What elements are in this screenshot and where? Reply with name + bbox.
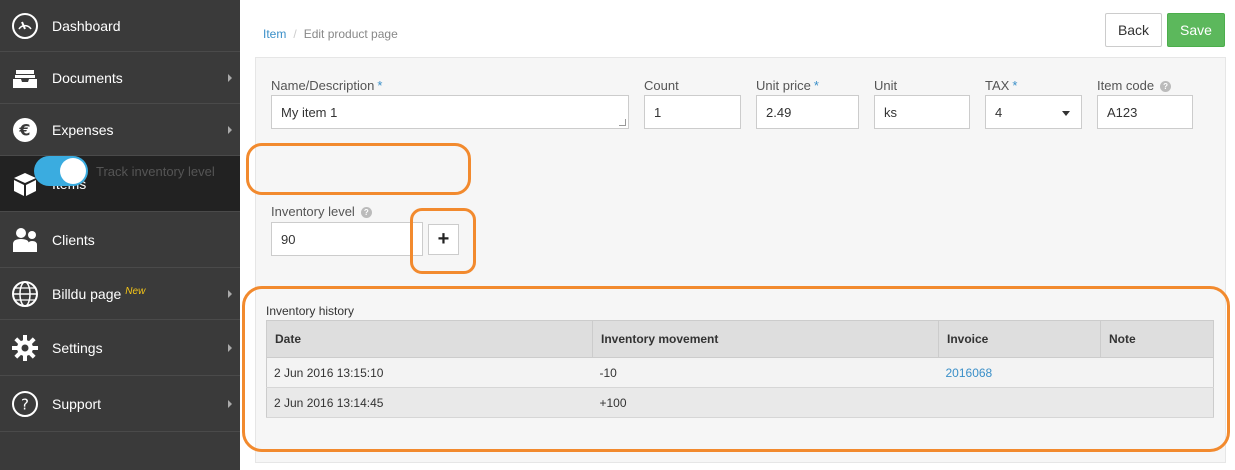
table-row: 2 Jun 2016 13:14:45 +100 — [266, 387, 1214, 418]
track-inventory-label: Track inventory level — [96, 164, 215, 179]
chevron-right-icon — [228, 343, 232, 352]
chevron-right-icon — [228, 399, 232, 408]
breadcrumb-item-link[interactable]: Item — [263, 27, 286, 41]
chevron-right-icon — [228, 125, 232, 134]
sidebar-item-settings[interactable]: Settings — [0, 320, 240, 376]
invoice-cell — [938, 387, 1101, 418]
chevron-right-icon — [228, 73, 232, 82]
unit-label: Unit — [874, 78, 898, 93]
note-cell — [1100, 387, 1214, 418]
item-code-label: Item code? — [1097, 78, 1172, 93]
chevron-right-icon — [228, 289, 232, 298]
invoice-link[interactable]: 2016068 — [938, 357, 1101, 388]
sidebar-item-label: Clients — [52, 231, 95, 248]
clients-icon — [11, 226, 39, 254]
sidebar-item-label: Billdu page New — [52, 285, 146, 302]
item-code-field[interactable]: A123 — [1097, 95, 1193, 129]
question-icon: ? — [11, 390, 39, 418]
sidebar-item-billdu-page[interactable]: Billdu page New — [0, 268, 240, 320]
sidebar-item-label: Dashboard — [52, 17, 121, 34]
inventory-level-field[interactable]: 90 — [271, 222, 423, 256]
gear-icon — [11, 334, 39, 362]
caret-down-icon — [1062, 111, 1070, 116]
column-header-movement[interactable]: Inventory movement — [592, 320, 939, 358]
new-badge: New — [125, 285, 146, 297]
resize-grip-icon — [619, 119, 626, 126]
back-button[interactable]: Back — [1105, 13, 1162, 47]
globe-icon — [11, 280, 39, 308]
svg-text:?: ? — [21, 395, 29, 413]
count-field[interactable]: 1 — [644, 95, 741, 129]
toggle-knob — [60, 158, 86, 184]
sidebar-item-expenses[interactable]: € Expenses — [0, 104, 240, 156]
highlight-toggle-annotation — [246, 143, 471, 195]
dashboard-gauge-icon — [11, 12, 39, 40]
euro-icon: € — [11, 116, 39, 144]
sidebar-item-label: Settings — [52, 339, 103, 356]
svg-text:€: € — [18, 120, 30, 139]
sidebar-item-clients[interactable]: Clients — [0, 212, 240, 268]
column-header-note[interactable]: Note — [1100, 320, 1214, 358]
name-description-field[interactable]: My item 1 — [271, 95, 629, 129]
help-icon[interactable]: ? — [360, 207, 372, 218]
table-row: 2 Jun 2016 13:15:10 -10 2016068 — [266, 357, 1214, 388]
help-icon[interactable]: ? — [1160, 81, 1172, 92]
movement-cell: -10 — [592, 357, 939, 388]
name-label: Name/Description * — [271, 78, 383, 93]
sidebar-item-label: Documents — [52, 69, 123, 86]
breadcrumb: Item / Edit product page — [263, 27, 398, 41]
inventory-history-table: Date Inventory movement Invoice Note 2 J… — [266, 320, 1214, 418]
save-button[interactable]: Save — [1167, 13, 1225, 47]
inventory-level-label: Inventory level? — [271, 204, 372, 219]
column-header-invoice[interactable]: Invoice — [938, 320, 1101, 358]
inventory-history-title: Inventory history — [266, 304, 355, 318]
unit-field[interactable]: ks — [874, 95, 970, 129]
date-cell: 2 Jun 2016 13:14:45 — [266, 387, 593, 418]
unit-price-field[interactable]: 2.49 — [756, 95, 859, 129]
count-label: Count — [644, 78, 679, 93]
movement-cell: +100 — [592, 387, 939, 418]
sidebar-item-label: Support — [52, 395, 102, 412]
sidebar-item-documents[interactable]: Documents — [0, 52, 240, 104]
sidebar-item-dashboard[interactable]: Dashboard — [0, 0, 240, 52]
tax-label: TAX * — [985, 78, 1018, 93]
unit-price-label: Unit price * — [756, 78, 819, 93]
highlight-plus-annotation — [410, 208, 476, 274]
tax-select[interactable]: 4 — [985, 95, 1082, 129]
sidebar: Dashboard Documents € Expenses Items Cli… — [0, 0, 240, 470]
column-header-date[interactable]: Date — [266, 320, 593, 358]
sidebar-item-support[interactable]: ? Support — [0, 376, 240, 432]
date-cell: 2 Jun 2016 13:15:10 — [266, 357, 593, 388]
track-inventory-toggle[interactable] — [34, 156, 88, 186]
sidebar-item-label: Expenses — [52, 121, 114, 138]
note-cell — [1100, 357, 1214, 388]
breadcrumb-current: Edit product page — [303, 27, 398, 41]
documents-tray-icon — [11, 64, 39, 92]
